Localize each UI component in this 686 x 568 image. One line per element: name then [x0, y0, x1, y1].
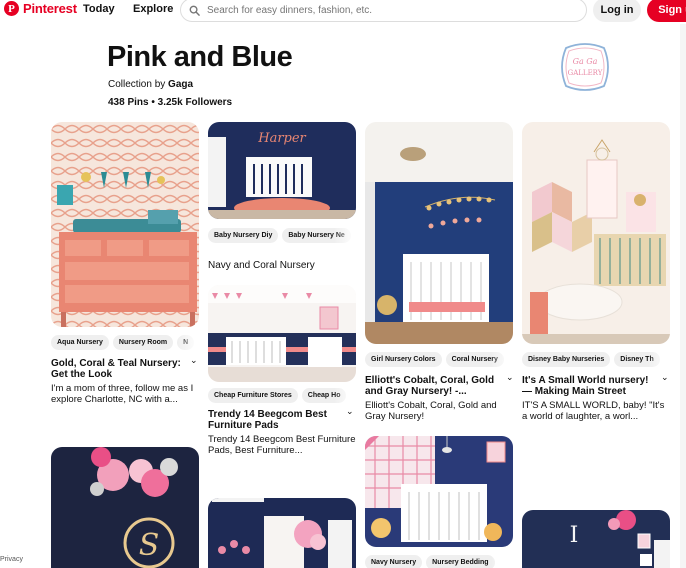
search-bar[interactable]	[180, 0, 587, 22]
pin-image[interactable]	[522, 122, 670, 344]
pin-image[interactable]	[208, 498, 356, 568]
tag-chip[interactable]: Disney Baby Nurseries	[522, 352, 611, 367]
pin-image[interactable]: I	[522, 510, 670, 568]
tag-chip[interactable]: Nursery Room	[112, 335, 174, 350]
pin-image[interactable]: S	[51, 447, 199, 568]
owner-link[interactable]: Gaga	[168, 79, 193, 90]
pin-tags: Baby Nursery Diy Baby Nursery Ne	[208, 228, 356, 243]
wall-letter: I	[570, 523, 579, 548]
login-button[interactable]: Log in	[593, 0, 641, 22]
chevron-down-icon[interactable]: ⌄	[190, 355, 198, 366]
tag-chip[interactable]: Navy Nursery	[365, 555, 423, 568]
pin-description: Trendy 14 Beegcom Best Furniture Pads, B…	[208, 434, 356, 456]
signup-button[interactable]: Sign u	[647, 0, 686, 22]
footer-privacy-link[interactable]: Privacy	[0, 556, 23, 563]
collection-title: Pink and Blue	[107, 41, 293, 73]
pin-tags: Disney Baby Nurseries Disney Th	[522, 352, 670, 367]
tag-chip[interactable]: Cheap Ho	[301, 388, 347, 403]
byline-prefix: Collection by	[108, 79, 166, 90]
harper-wall-text: Harper	[257, 131, 306, 146]
pin-image[interactable]	[365, 122, 513, 344]
tag-chip[interactable]: Baby Nursery Diy	[208, 228, 279, 243]
gaga-gallery-logo[interactable]: Ga Ga GALLERY	[560, 42, 610, 92]
monogram-letter: S	[139, 528, 160, 563]
collection-byline: Collection by Gaga	[108, 79, 193, 90]
tag-chip[interactable]: Aqua Nursery	[51, 335, 109, 350]
nav-explore-link[interactable]: Explore	[133, 3, 173, 15]
tag-chip[interactable]: Cheap Furniture Stores	[208, 388, 298, 403]
pin-tags: Navy Nursery Nursery Bedding	[365, 555, 513, 568]
logo-text-top: Ga Ga	[573, 57, 598, 66]
pin-description: Elliott's Cobalt, Coral, Gold and Gray N…	[365, 400, 497, 422]
pin-title[interactable]: Trendy 14 Beegcom Best Furniture Pads	[208, 409, 342, 431]
nav-today-link[interactable]: Today	[83, 3, 115, 15]
tag-chip[interactable]: N	[177, 335, 195, 350]
pin-title[interactable]: Gold, Coral & Teal Nursery: Get the Look	[51, 358, 187, 380]
tag-chip[interactable]: Girl Nursery Colors	[365, 352, 442, 367]
tag-chip[interactable]: Disney Th	[614, 352, 660, 367]
pin-image[interactable]	[365, 436, 513, 547]
chevron-down-icon[interactable]: ⌄	[346, 406, 354, 417]
pin-tags: Cheap Furniture Stores Cheap Ho	[208, 388, 356, 403]
tag-chip[interactable]: Coral Nursery	[445, 352, 504, 367]
top-bar: P Pinterest Today Explore Log in Sign u	[0, 0, 686, 22]
pinterest-logo[interactable]: P Pinterest	[4, 1, 77, 16]
logo-text: Pinterest	[23, 1, 77, 16]
tag-chip[interactable]: Nursery Bedding	[426, 555, 495, 568]
pin-tags: Aqua Nursery Nursery Room N	[51, 335, 199, 350]
pin-image[interactable]	[208, 285, 356, 382]
chevron-down-icon[interactable]: ⌄	[506, 372, 514, 383]
tag-chip[interactable]: Baby Nursery Ne	[282, 228, 351, 243]
pin-image[interactable]: Harper	[208, 122, 356, 219]
pin-tags: Girl Nursery Colors Coral Nursery	[365, 352, 513, 367]
logo-text-bottom: GALLERY	[568, 69, 603, 77]
chevron-down-icon[interactable]: ⌄	[661, 372, 669, 383]
pin-title[interactable]: It's A Small World nursery! — Making Mai…	[522, 375, 658, 397]
collection-stats: 438 Pins • 3.25k Followers	[108, 97, 233, 108]
pin-title[interactable]: Navy and Coral Nursery	[208, 260, 315, 271]
pinterest-icon: P	[4, 1, 19, 16]
pin-title[interactable]: Elliott's Cobalt, Coral, Gold and Gray N…	[365, 375, 503, 397]
page-scrollbar[interactable]	[680, 24, 686, 568]
search-icon	[189, 5, 200, 16]
pin-description: IT'S A SMALL WORLD, baby! "It's a world …	[522, 400, 665, 422]
search-input[interactable]	[207, 4, 547, 16]
pin-description: I'm a mom of three, follow me as I explo…	[51, 383, 194, 405]
pin-image[interactable]	[51, 122, 199, 327]
